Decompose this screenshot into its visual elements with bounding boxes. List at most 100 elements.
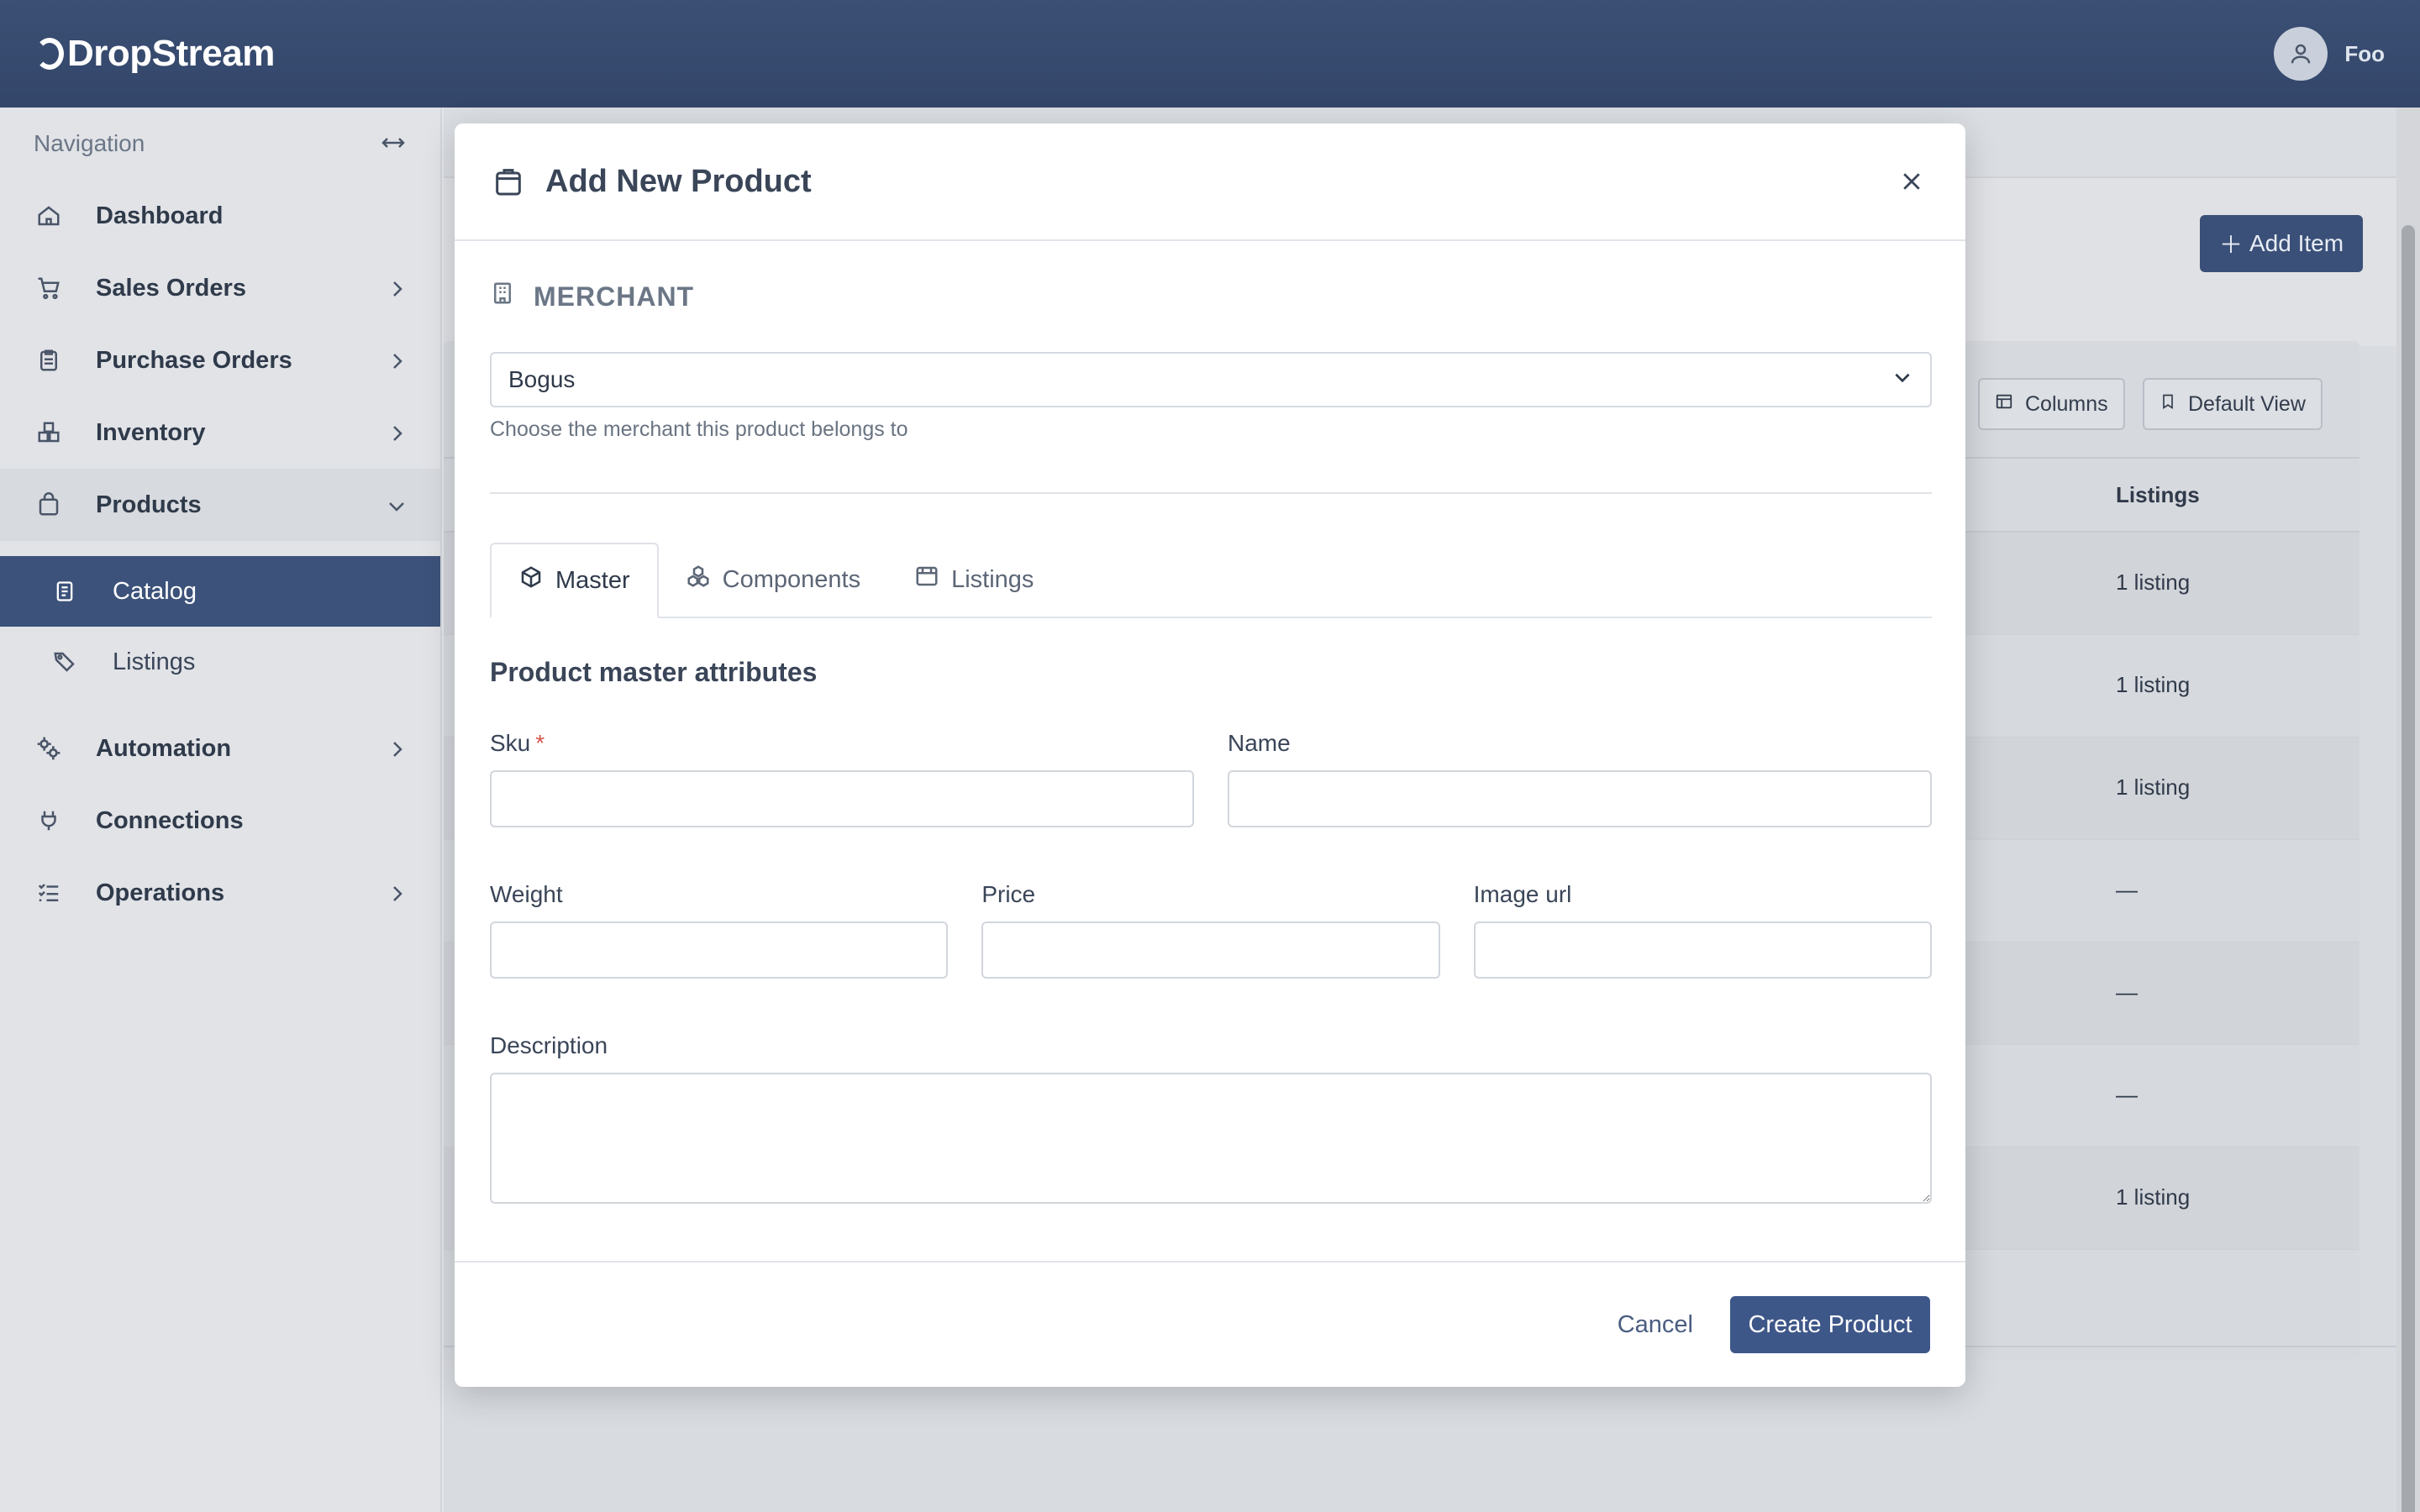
listing-count: 1 listing <box>2116 570 2191 595</box>
sidebar-item-catalog[interactable]: Catalog <box>0 556 440 627</box>
listing-count: — <box>2116 877 2138 902</box>
sidebar-item-automation[interactable]: Automation <box>0 712 440 785</box>
merchant-section-heading: MERCHANT <box>490 241 1932 352</box>
components-icon <box>686 564 711 596</box>
tab-master[interactable]: Master <box>490 543 659 618</box>
sidebar-item-products[interactable]: Products <box>0 469 440 541</box>
sidebar: Navigation Dashboard Sales Orders Purcha… <box>0 108 442 1512</box>
list-check-icon <box>34 878 64 908</box>
merchant-select[interactable]: Bogus <box>490 352 1932 407</box>
modal-title: Add New Product <box>545 163 812 199</box>
image-url-field-group: Image url <box>1473 881 1932 979</box>
columns-label: Columns <box>2025 391 2108 416</box>
image-url-label: Image url <box>1473 881 1572 907</box>
sidebar-item-label: Products <box>96 491 202 518</box>
required-marker: * <box>535 730 545 756</box>
listing-count: — <box>2116 979 2138 1005</box>
price-label: Price <box>981 881 1036 907</box>
scrollbar-thumb[interactable] <box>2402 225 2415 1512</box>
logo-mark-icon <box>35 38 64 70</box>
sidebar-item-inventory[interactable]: Inventory <box>0 396 440 469</box>
chevron-right-icon <box>387 278 407 298</box>
sidebar-item-operations[interactable]: Operations <box>0 857 440 929</box>
user-avatar-icon <box>2274 27 2328 81</box>
name-input[interactable] <box>1228 770 1932 827</box>
storefront-icon <box>914 564 939 596</box>
sku-label-text: Sku <box>490 730 531 756</box>
building-icon <box>490 279 515 314</box>
default-view-button[interactable]: Default View <box>2143 378 2323 430</box>
column-header-listings[interactable]: Listings <box>2116 482 2200 508</box>
price-input[interactable] <box>981 921 1440 979</box>
bag-icon <box>34 490 64 520</box>
logo-text: DropStream <box>67 33 275 74</box>
modal-footer: Cancel Create Product <box>455 1261 1965 1387</box>
section-title: Product master attributes <box>490 657 818 687</box>
weight-price-image-row: Weight Price Image url <box>490 881 1932 979</box>
close-icon[interactable] <box>1895 165 1928 198</box>
app-logo[interactable]: DropStream <box>35 33 275 75</box>
chevron-right-icon <box>387 738 407 759</box>
weight-label: Weight <box>490 881 563 907</box>
listing-count: — <box>2116 1082 2138 1107</box>
book-icon <box>50 577 79 606</box>
user-menu[interactable]: Foo <box>2274 27 2385 81</box>
sku-name-row: Sku * Name <box>490 730 1932 827</box>
sidebar-item-purchase-orders[interactable]: Purchase Orders <box>0 324 440 396</box>
boxes-icon <box>34 417 64 448</box>
sidebar-item-label: Operations <box>96 879 225 906</box>
sidebar-item-listings[interactable]: Listings <box>0 627 440 697</box>
sidebar-item-dashboard[interactable]: Dashboard <box>0 180 440 252</box>
columns-icon <box>1995 392 2013 417</box>
name-label: Name <box>1228 730 1291 756</box>
tab-label: Master <box>555 566 630 594</box>
user-name: Foo <box>2344 40 2385 66</box>
product-tabs: Master Components Listings <box>490 543 1932 618</box>
columns-button[interactable]: Columns <box>1978 378 2125 430</box>
name-field-group: Name <box>1228 730 1932 827</box>
merchant-selected-value: Bogus <box>508 366 576 392</box>
listing-count: 1 listing <box>2116 774 2191 800</box>
bag-icon <box>492 165 525 198</box>
listing-count: 1 listing <box>2116 1184 2191 1210</box>
sidebar-item-connections[interactable]: Connections <box>0 785 440 857</box>
chevron-right-icon <box>387 350 407 370</box>
tab-components[interactable]: Components <box>659 543 887 617</box>
modal-header: Add New Product <box>455 123 1965 241</box>
sku-label: Sku * <box>490 730 1194 757</box>
bookmark-icon <box>2160 392 2176 417</box>
sidebar-heading-label: Navigation <box>34 130 145 156</box>
sidebar-item-sales-orders[interactable]: Sales Orders <box>0 252 440 324</box>
weight-input[interactable] <box>490 921 949 979</box>
gears-icon <box>34 733 64 764</box>
tab-listings[interactable]: Listings <box>887 543 1060 617</box>
description-label: Description <box>490 1032 608 1058</box>
description-textarea[interactable] <box>490 1073 1932 1204</box>
cart-icon <box>34 273 64 303</box>
sidebar-collapse-icon[interactable] <box>380 130 407 157</box>
tab-label: Components <box>722 565 861 593</box>
plug-icon <box>34 806 64 836</box>
clipboard-icon <box>34 345 64 375</box>
sidebar-item-label: Connections <box>96 806 244 834</box>
modal-body: MERCHANT Bogus Choose the merchant this … <box>490 241 1932 1208</box>
sidebar-item-label: Catalog <box>113 577 197 605</box>
page-scrollbar[interactable] <box>2396 108 2420 1512</box>
chevron-down-icon <box>1891 366 1913 394</box>
cancel-button[interactable]: Cancel <box>1618 1311 1693 1339</box>
sku-input[interactable] <box>490 770 1194 827</box>
image-url-input[interactable] <box>1473 921 1932 979</box>
sku-field-group: Sku * <box>490 730 1194 827</box>
app-header: DropStream Foo <box>0 0 2420 108</box>
tab-label: Listings <box>951 565 1034 593</box>
home-icon <box>34 201 64 231</box>
description-field-group: Description <box>490 1032 1932 1208</box>
chevron-down-icon <box>387 495 407 515</box>
add-product-modal: Add New Product MERCHANT Bogus Choose th… <box>455 123 1965 1387</box>
add-item-button[interactable]: ＋ Add Item <box>2200 215 2363 272</box>
merchant-help-text: Choose the merchant this product belongs… <box>490 417 908 441</box>
sidebar-item-label: Purchase Orders <box>96 346 292 374</box>
create-product-button[interactable]: Create Product <box>1730 1296 1930 1353</box>
